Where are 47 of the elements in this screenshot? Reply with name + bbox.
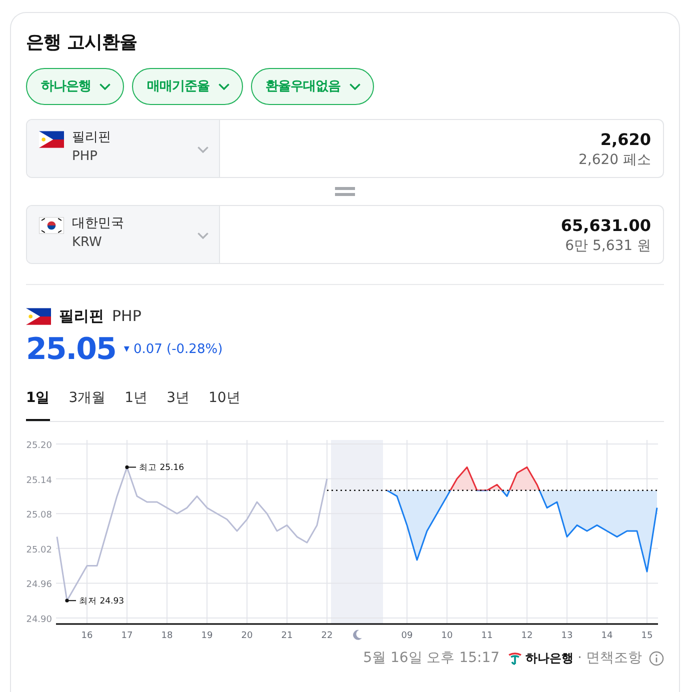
x-axis-label: 16 — [81, 630, 93, 640]
chevron-down-icon — [99, 82, 111, 90]
down-arrow: ▾ — [124, 341, 130, 358]
y-axis-label: 25.14 — [26, 475, 52, 486]
marker-line — [125, 464, 136, 468]
rate-value: 25.05 — [26, 332, 116, 368]
moon-icon — [353, 629, 362, 640]
y-axis-label: 24.90 — [26, 614, 52, 624]
x-axis-label: 19 — [201, 630, 213, 640]
x-axis-label: 10 — [441, 630, 453, 640]
period-tab[interactable]: 10년 — [208, 388, 240, 420]
x-axis-label: 15 — [641, 630, 653, 640]
x-axis-label: 17 — [121, 630, 133, 640]
y-axis-label: 24.96 — [26, 580, 52, 590]
separator-dot: · — [578, 648, 582, 668]
marker-label: 최저 24.93 — [79, 596, 124, 606]
y-axis-label: 25.02 — [26, 544, 52, 555]
x-axis-label: 18 — [161, 630, 173, 640]
equals-icon — [335, 187, 355, 196]
chevron-down-icon — [348, 82, 360, 90]
period-tab[interactable]: 1일 — [26, 388, 50, 420]
rate-change: 0.07 (-0.28%) — [133, 340, 223, 359]
update-time: 5월 16일 오후 15:17 — [363, 648, 500, 668]
y-axis-label: 25.20 — [26, 440, 52, 450]
info-icon[interactable] — [649, 650, 664, 666]
country-name: 필리핀 — [59, 306, 104, 327]
y-axis-label: 25.08 — [26, 510, 52, 520]
marker-label: 최고 25.16 — [139, 462, 184, 473]
x-axis-label: 13 — [561, 630, 573, 640]
card-title: 은행 고시환율 — [26, 31, 138, 55]
period-tab[interactable]: 3개월 — [68, 388, 106, 420]
x-axis-label: 20 — [241, 630, 253, 640]
period-tab[interactable]: 1년 — [124, 388, 148, 420]
x-axis-label: 11 — [481, 630, 493, 640]
disclaimer-link[interactable]: 면책조항 — [586, 648, 642, 668]
x-axis-label: 21 — [281, 630, 293, 640]
chevron-down-icon — [218, 82, 230, 90]
currency-code: PHP — [112, 306, 142, 327]
flag-icon — [26, 308, 51, 325]
x-axis-label: 22 — [321, 630, 333, 640]
x-axis-label: 09 — [401, 630, 413, 640]
x-axis-label: 14 — [601, 630, 613, 640]
bank-logo-icon — [508, 651, 522, 665]
marker-line — [65, 598, 76, 602]
period-tab[interactable]: 3년 — [166, 388, 190, 420]
x-axis-label: 12 — [521, 630, 533, 640]
bank-name: 하나은행 — [526, 650, 574, 667]
